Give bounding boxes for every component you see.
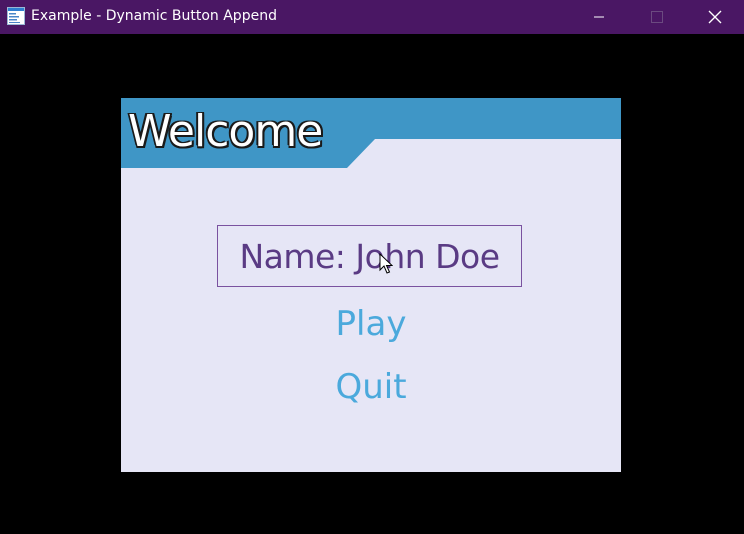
maximize-icon — [651, 11, 663, 23]
close-button[interactable] — [686, 0, 744, 34]
main-menu-panel: Welcome Name: John Doe Play Quit — [121, 98, 621, 472]
player-name-label: Name: John Doe — [239, 236, 500, 276]
title-bar[interactable]: Example - Dynamic Button Append — [0, 0, 744, 34]
player-name-field[interactable]: Name: John Doe — [217, 225, 522, 287]
minimize-button[interactable] — [570, 0, 628, 34]
mouse-cursor-icon — [379, 253, 393, 274]
welcome-heading: Welcome — [128, 106, 323, 157]
minimize-icon — [594, 16, 604, 18]
app-window-icon — [7, 7, 25, 25]
maximize-button[interactable] — [628, 0, 686, 34]
play-button[interactable]: Play — [271, 299, 471, 349]
app-window: Example - Dynamic Button Append Welcome … — [0, 0, 744, 534]
close-icon — [708, 10, 722, 24]
quit-button[interactable]: Quit — [271, 362, 471, 412]
window-title: Example - Dynamic Button Append — [31, 8, 277, 24]
